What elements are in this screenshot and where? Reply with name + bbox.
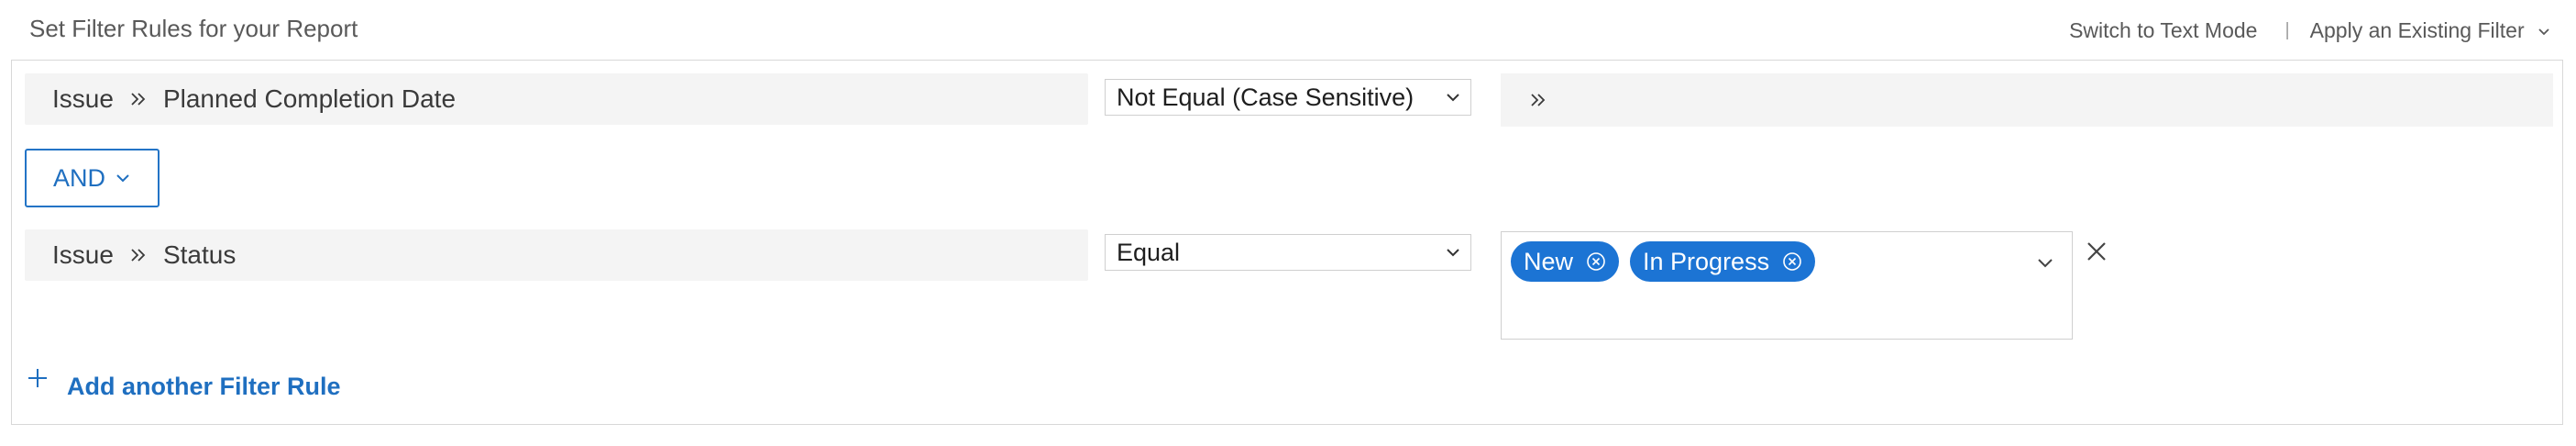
rule-1-value-field[interactable]	[1501, 73, 2553, 127]
header-separator: |	[2284, 20, 2290, 40]
add-filter-rule-button[interactable]: Add another Filter Rule	[27, 369, 341, 401]
double-chevron-right-icon[interactable]	[1528, 90, 1548, 110]
rule-2-operator-select[interactable]: Equal	[1105, 234, 1471, 271]
circle-x-icon[interactable]	[1586, 251, 1606, 272]
chevron-down-icon[interactable]	[2035, 252, 2055, 273]
value-chip: New	[1511, 241, 1620, 282]
apply-existing-filter-label: Apply an Existing Filter	[2309, 18, 2525, 42]
rule-1-field[interactable]: Issue Planned Completion Date	[25, 73, 1088, 125]
rule-2-field[interactable]: Issue Status	[25, 229, 1088, 281]
rule-1-operator-select[interactable]: Not Equal (Case Sensitive)	[1105, 79, 1471, 116]
plus-icon	[28, 369, 47, 387]
value-chips: New In Progress	[1511, 241, 1816, 282]
conjunction-label: AND	[52, 163, 105, 192]
chevron-down-icon	[1447, 249, 1459, 257]
rule-2-field-object: Issue	[52, 240, 114, 269]
rule-2-values-multiselect[interactable]: New In Progress	[1501, 231, 2073, 340]
value-chip: In Progress	[1630, 241, 1816, 282]
value-chip-label: New	[1524, 247, 1574, 275]
chevron-down-icon	[1447, 94, 1459, 102]
rule-1-field-name: Planned Completion Date	[162, 84, 457, 113]
header-actions: Switch to Text Mode | Apply an Existing …	[2069, 18, 2550, 43]
chevron-down-icon	[2538, 28, 2549, 36]
conjunction-dropdown[interactable]: AND	[25, 149, 160, 207]
rule-1-operator-value: Not Equal (Case Sensitive)	[1117, 83, 1415, 111]
circle-x-icon[interactable]	[1782, 251, 1802, 272]
add-filter-rule-label: Add another Filter Rule	[67, 373, 341, 400]
apply-existing-filter-dropdown[interactable]: Apply an Existing Filter	[2310, 18, 2550, 43]
value-chip-label: In Progress	[1643, 247, 1770, 275]
switch-to-text-mode-link[interactable]: Switch to Text Mode	[2069, 18, 2257, 43]
double-chevron-right-icon	[131, 249, 146, 262]
double-chevron-right-icon	[131, 93, 146, 106]
rule-1-field-object: Issue	[52, 84, 114, 113]
rule-2-operator-value: Equal	[1117, 238, 1181, 266]
chevron-down-icon	[116, 174, 129, 183]
page-title: Set Filter Rules for your Report	[29, 15, 358, 42]
filter-rules-panel: Issue Planned Completion Date Not Equal …	[11, 60, 2563, 425]
close-icon[interactable]	[2086, 240, 2108, 262]
rule-2-field-name: Status	[162, 240, 237, 269]
